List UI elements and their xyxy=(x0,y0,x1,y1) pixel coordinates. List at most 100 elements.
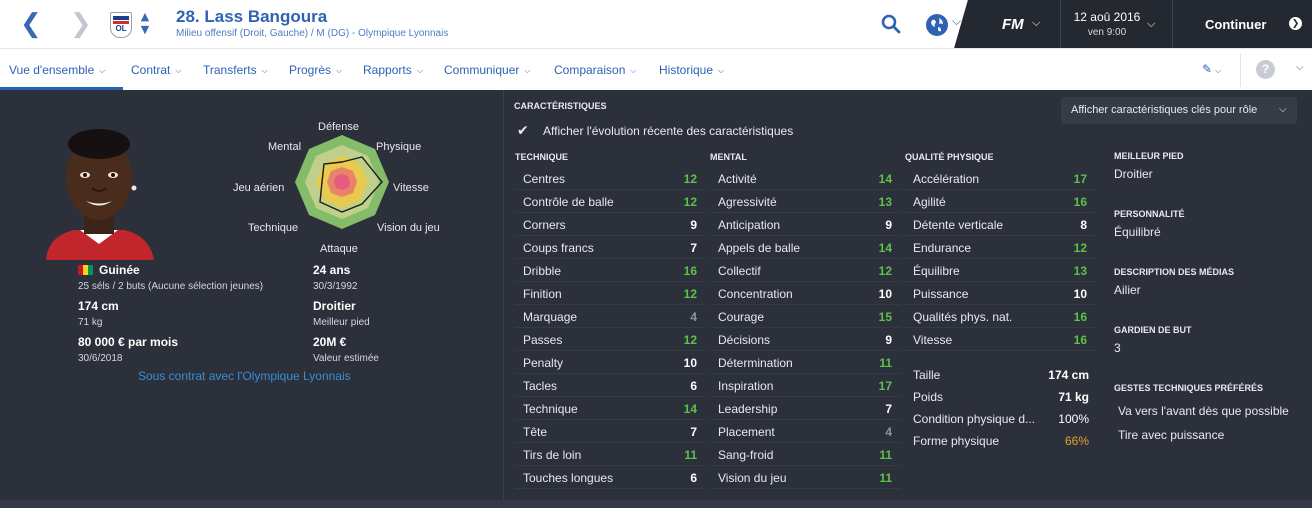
attribute-name: Dribble xyxy=(523,264,562,278)
attribute-row[interactable]: Placement 4 xyxy=(710,421,900,443)
edit-pencil-icon[interactable]: ✎ ⌵ xyxy=(1202,62,1221,76)
game-date[interactable]: 12 aoû 2016 xyxy=(1069,10,1145,24)
attribute-row[interactable]: Appels de balle 14 xyxy=(710,237,900,259)
attribute-row[interactable]: Concentration 10 xyxy=(710,283,900,305)
attribute-row[interactable]: Corners 9 xyxy=(515,214,705,236)
attribute-value: 11 xyxy=(879,448,892,462)
club-crest-icon[interactable]: OL xyxy=(110,12,132,38)
attribute-row[interactable]: Agressivité 13 xyxy=(710,191,900,213)
attribute-row[interactable]: Tacles 6 xyxy=(515,375,705,397)
chevron-down-icon[interactable]: ⌵ xyxy=(1147,17,1155,31)
attribute-name: Tête xyxy=(523,425,548,439)
attribute-value: 13 xyxy=(878,195,892,209)
player-switch-icon[interactable]: ▲ ▼ xyxy=(138,10,152,36)
attribute-row[interactable]: Marquage 4 xyxy=(515,306,705,328)
attribute-name: Tacles xyxy=(523,379,558,393)
attribute-name: Vitesse xyxy=(913,333,953,347)
attribute-row[interactable]: Penalty 10 xyxy=(515,352,705,374)
attribute-row[interactable]: Technique 14 xyxy=(515,398,705,420)
personality-heading: PERSONNALITÉ xyxy=(1114,209,1185,219)
attribute-row[interactable]: Sang-froid 11 xyxy=(710,444,900,466)
tab-comparison[interactable]: Comparaison ⌵ xyxy=(554,63,636,77)
tab-communicate[interactable]: Communiquer ⌵ xyxy=(444,63,530,77)
guinea-flag-icon xyxy=(78,265,93,275)
tab-overview[interactable]: Vue d'ensemble ⌵ xyxy=(9,63,105,77)
attribute-row[interactable]: Détermination 11 xyxy=(710,352,900,374)
tab-reports[interactable]: Rapports ⌵ xyxy=(363,63,423,77)
estimated-value: 20M € xyxy=(313,335,347,349)
tab-contract[interactable]: Contrat ⌵ xyxy=(131,63,181,77)
chevron-down-icon[interactable]: ⌵ xyxy=(1296,62,1304,73)
chevron-down-icon: ⌵ xyxy=(175,66,182,75)
personality-value: Équilibré xyxy=(1114,225,1161,239)
attribute-row[interactable]: Inspiration 17 xyxy=(710,375,900,397)
attribute-row[interactable]: Collectif 12 xyxy=(710,260,900,282)
globe-icon[interactable] xyxy=(926,14,948,36)
attribute-name: Leadership xyxy=(718,402,778,416)
preferred-move[interactable]: Va vers l'avant dès que possible xyxy=(1118,404,1289,418)
attribute-value: 10 xyxy=(878,287,892,301)
evolution-checkbox[interactable]: ✔ xyxy=(517,124,532,139)
attribute-row[interactable]: Leadership 7 xyxy=(710,398,900,420)
attribute-value: 12 xyxy=(683,333,697,347)
attribute-name: Puissance xyxy=(913,287,969,301)
chevron-down-icon[interactable]: ⌵ xyxy=(1032,16,1040,30)
tab-transfers[interactable]: Transferts ⌵ xyxy=(203,63,268,77)
attribute-row[interactable]: Tête 7 xyxy=(515,421,705,443)
crest-band xyxy=(113,16,129,20)
forward-arrow-icon[interactable]: ❯ xyxy=(70,10,92,38)
radar-label: Physique xyxy=(376,141,422,153)
attribute-row[interactable]: Qualités phys. nat. 16 xyxy=(905,306,1095,328)
attribute-row[interactable]: Centres 12 xyxy=(515,168,705,190)
attribute-name: Centres xyxy=(523,172,566,186)
attribute-row[interactable]: Courage 15 xyxy=(710,306,900,328)
search-icon[interactable] xyxy=(881,14,901,34)
attribute-row[interactable]: Touches longues 6 xyxy=(515,467,705,489)
evolution-checkbox-label[interactable]: Afficher l'évolution récente des caracté… xyxy=(543,124,793,138)
contract-link[interactable]: Sous contrat avec l'Olympique Lyonnais xyxy=(138,369,351,383)
attribute-value: 7 xyxy=(885,402,892,416)
attribute-row[interactable]: Dribble 16 xyxy=(515,260,705,282)
fm-logo[interactable]: FM xyxy=(1002,16,1024,33)
attribute-row[interactable]: Activité 14 xyxy=(710,168,900,190)
attribute-value: 11 xyxy=(879,356,892,370)
attribute-name: Technique xyxy=(523,402,578,416)
player-photo xyxy=(40,118,158,260)
role-attributes-dropdown[interactable]: Afficher caractéristiques clés pour rôle… xyxy=(1061,97,1297,124)
attribute-row[interactable]: Anticipation 9 xyxy=(710,214,900,236)
estimated-value-label: Valeur estimée xyxy=(313,353,379,364)
attribute-name: Tirs de loin xyxy=(523,448,582,462)
preferred-move[interactable]: Tire avec puissance xyxy=(1118,428,1224,442)
physical-heading: QUALITÉ PHYSIQUE xyxy=(905,152,994,162)
attribute-row[interactable]: Agilité 16 xyxy=(905,191,1095,213)
attribute-row[interactable]: Accélération 17 xyxy=(905,168,1095,190)
attribute-value: 16 xyxy=(1073,195,1087,209)
attribute-value: 14 xyxy=(878,241,892,255)
birthdate: 30/3/1992 xyxy=(313,281,358,292)
attribute-name: Détermination xyxy=(718,356,793,370)
help-icon[interactable]: ? xyxy=(1256,60,1275,79)
attribute-row[interactable]: Détente verticale 8 xyxy=(905,214,1095,236)
attribute-row[interactable]: Décisions 9 xyxy=(710,329,900,351)
attribute-row[interactable]: Puissance 10 xyxy=(905,283,1095,305)
attribute-row[interactable]: Vision du jeu 11 xyxy=(710,467,900,489)
attribute-row[interactable]: Coups francs 7 xyxy=(515,237,705,259)
attribute-row[interactable]: Contrôle de balle 12 xyxy=(515,191,705,213)
attribute-row[interactable]: Endurance 12 xyxy=(905,237,1095,259)
attribute-row[interactable]: Passes 12 xyxy=(515,329,705,351)
separator xyxy=(1060,0,1061,48)
tab-label: Vue d'ensemble xyxy=(9,63,95,77)
attribute-name: Concentration xyxy=(718,287,793,301)
back-arrow-icon[interactable]: ❮ xyxy=(20,10,42,38)
attribute-row[interactable]: Finition 12 xyxy=(515,283,705,305)
player-position-club[interactable]: Milieu offensif (Droit, Gauche) / M (DG)… xyxy=(176,28,448,39)
tab-progress[interactable]: Progrès ⌵ xyxy=(289,63,342,77)
attribute-name: Corners xyxy=(523,218,566,232)
continue-button[interactable]: Continuer ❯ xyxy=(1181,0,1312,48)
tab-history[interactable]: Historique ⌵ xyxy=(659,63,724,77)
attribute-row[interactable]: Équilibre 13 xyxy=(905,260,1095,282)
attribute-row[interactable]: Tirs de loin 11 xyxy=(515,444,705,466)
attribute-row[interactable]: Vitesse 16 xyxy=(905,329,1095,351)
attribute-name: Agilité xyxy=(913,195,946,209)
nationality[interactable]: Guinée xyxy=(99,263,140,277)
